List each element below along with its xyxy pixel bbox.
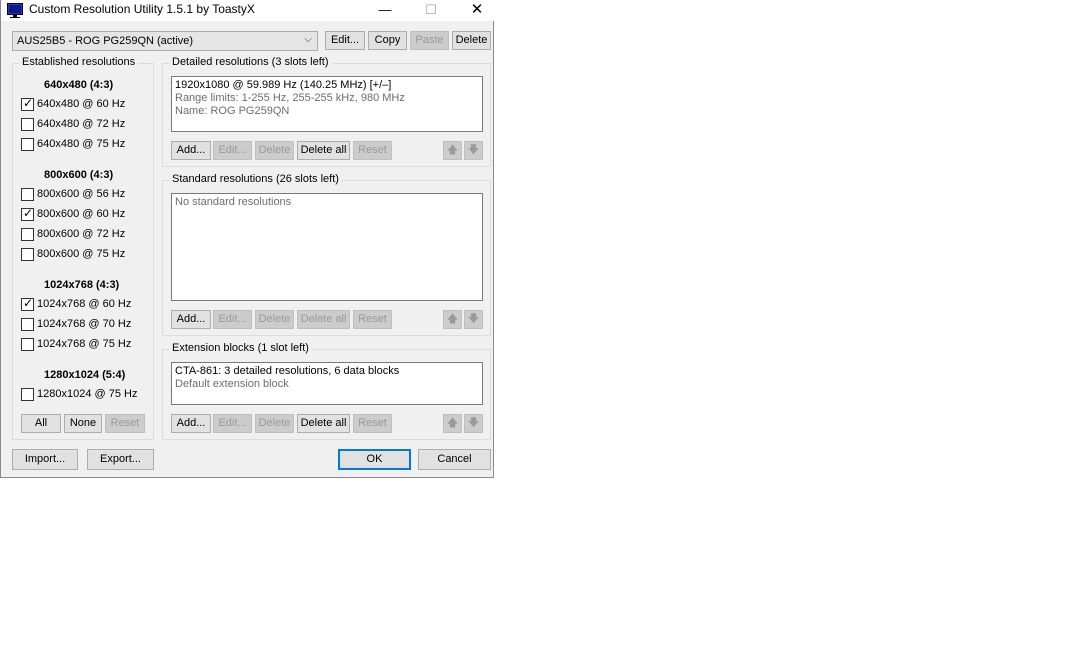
checkbox[interactable] <box>21 388 34 401</box>
cancel-button[interactable]: Cancel <box>418 449 491 470</box>
checkbox-label: 1024x768 @ 75 Hz <box>37 338 132 350</box>
extension-block-item[interactable]: CTA-861: 3 detailed resolutions, 6 data … <box>175 365 479 378</box>
extension-edit-button[interactable]: Edit... <box>213 414 252 433</box>
checkbox[interactable]: ✓ <box>21 206 34 221</box>
detailed-resolutions-title: Detailed resolutions (3 slots left) <box>169 56 332 68</box>
standard-delete-all-button[interactable]: Delete all <box>297 310 350 329</box>
checkbox-label: 640x480 @ 75 Hz <box>37 138 126 150</box>
standard-reset-button[interactable]: Reset <box>353 310 392 329</box>
detailed-delete-all-button[interactable]: Delete all <box>297 141 350 160</box>
select-none-button[interactable]: None <box>64 414 102 433</box>
detailed-delete-button[interactable]: Delete <box>255 141 294 160</box>
detailed-add-button[interactable]: Add... <box>171 141 211 160</box>
range-limits-item[interactable]: Range limits: 1-255 Hz, 255-255 kHz, 980… <box>175 92 479 105</box>
standard-add-button[interactable]: Add... <box>171 310 211 329</box>
established-resolutions-title: Established resolutions <box>19 56 139 68</box>
checkbox[interactable] <box>21 138 34 151</box>
standard-resolutions-list[interactable]: No standard resolutions <box>171 193 483 301</box>
move-down-arrow-icon[interactable]: 🡇 <box>464 414 483 433</box>
move-up-arrow-icon[interactable]: 🡅 <box>443 310 462 329</box>
move-down-arrow-icon[interactable]: 🡇 <box>464 310 483 329</box>
monitor-select-value: AUS25B5 - ROG PG259QN (active) <box>17 35 194 47</box>
edit-monitor-button[interactable]: Edit... <box>325 31 365 50</box>
checkbox-label: 640x480 @ 60 Hz <box>37 98 126 110</box>
empty-list-text: No standard resolutions <box>175 196 292 208</box>
checkbox-label: 800x600 @ 60 Hz <box>37 208 126 220</box>
checkbox-label: 800x600 @ 56 Hz <box>37 188 126 200</box>
checkbox-label: 1024x768 @ 60 Hz <box>37 298 132 310</box>
delete-button[interactable]: Delete <box>452 31 491 50</box>
copy-button[interactable]: Copy <box>368 31 407 50</box>
check-icon: ✓ <box>23 296 34 310</box>
checkbox[interactable] <box>21 248 34 261</box>
checkbox[interactable] <box>21 318 34 331</box>
checkbox[interactable] <box>21 338 34 351</box>
checkbox[interactable] <box>21 118 34 131</box>
detailed-resolution-item[interactable]: 1920x1080 @ 59.989 Hz (140.25 MHz) [+/–] <box>175 79 479 92</box>
move-up-arrow-icon[interactable]: 🡅 <box>443 141 462 160</box>
extension-blocks-title: Extension blocks (1 slot left) <box>169 342 312 354</box>
extension-add-button[interactable]: Add... <box>171 414 211 433</box>
check-icon: ✓ <box>23 96 34 110</box>
checkbox[interactable] <box>21 228 34 241</box>
checkbox-label: 1280x1024 @ 75 Hz <box>37 388 138 400</box>
res-group-header: 1024x768 (4:3) <box>44 279 120 291</box>
res-group-header: 1280x1024 (5:4) <box>44 369 126 381</box>
extension-blocks-list[interactable]: CTA-861: 3 detailed resolutions, 6 data … <box>171 362 483 405</box>
checkbox[interactable] <box>21 188 34 201</box>
export-button[interactable]: Export... <box>87 449 154 470</box>
import-button[interactable]: Import... <box>12 449 78 470</box>
cru-window: Custom Resolution Utility 1.5.1 by Toast… <box>0 0 494 478</box>
maximize-button[interactable]: ☐ <box>408 0 454 21</box>
checkbox-label: 800x600 @ 75 Hz <box>37 248 126 260</box>
extension-delete-button[interactable]: Delete <box>255 414 294 433</box>
checkbox-label: 640x480 @ 72 Hz <box>37 118 126 130</box>
check-icon: ✓ <box>23 206 34 220</box>
detailed-reset-button[interactable]: Reset <box>353 141 392 160</box>
res-group-header: 800x600 (4:3) <box>44 169 114 181</box>
select-all-button[interactable]: All <box>21 414 61 433</box>
standard-resolutions-title: Standard resolutions (26 slots left) <box>169 173 342 185</box>
monitor-select[interactable]: AUS25B5 - ROG PG259QN (active) ⌵ <box>12 31 318 51</box>
ok-button[interactable]: OK <box>338 449 411 470</box>
standard-delete-button[interactable]: Delete <box>255 310 294 329</box>
checkbox-label: 1024x768 @ 70 Hz <box>37 318 132 330</box>
checkbox-label: 800x600 @ 72 Hz <box>37 228 126 240</box>
extension-delete-all-button[interactable]: Delete all <box>297 414 350 433</box>
minimize-button[interactable]: — <box>362 0 408 21</box>
extension-reset-button[interactable]: Reset <box>353 414 392 433</box>
standard-edit-button[interactable]: Edit... <box>213 310 252 329</box>
monitor-name-item[interactable]: Name: ROG PG259QN <box>175 105 479 118</box>
move-down-arrow-icon[interactable]: 🡇 <box>464 141 483 160</box>
paste-button[interactable]: Paste <box>410 31 449 50</box>
chevron-down-icon: ⌵ <box>304 34 312 45</box>
checkbox[interactable]: ✓ <box>21 96 34 111</box>
window-title: Custom Resolution Utility 1.5.1 by Toast… <box>29 2 255 16</box>
title-bar[interactable]: Custom Resolution Utility 1.5.1 by Toast… <box>1 0 494 21</box>
default-extension-item[interactable]: Default extension block <box>175 378 479 391</box>
close-button[interactable]: ✕ <box>454 0 500 21</box>
move-up-arrow-icon[interactable]: 🡅 <box>443 414 462 433</box>
reset-established-button[interactable]: Reset <box>105 414 145 433</box>
checkbox[interactable]: ✓ <box>21 296 34 311</box>
detailed-edit-button[interactable]: Edit... <box>213 141 252 160</box>
monitor-app-icon <box>7 3 23 18</box>
detailed-resolutions-list[interactable]: 1920x1080 @ 59.989 Hz (140.25 MHz) [+/–]… <box>171 76 483 132</box>
res-group-header: 640x480 (4:3) <box>44 79 114 91</box>
